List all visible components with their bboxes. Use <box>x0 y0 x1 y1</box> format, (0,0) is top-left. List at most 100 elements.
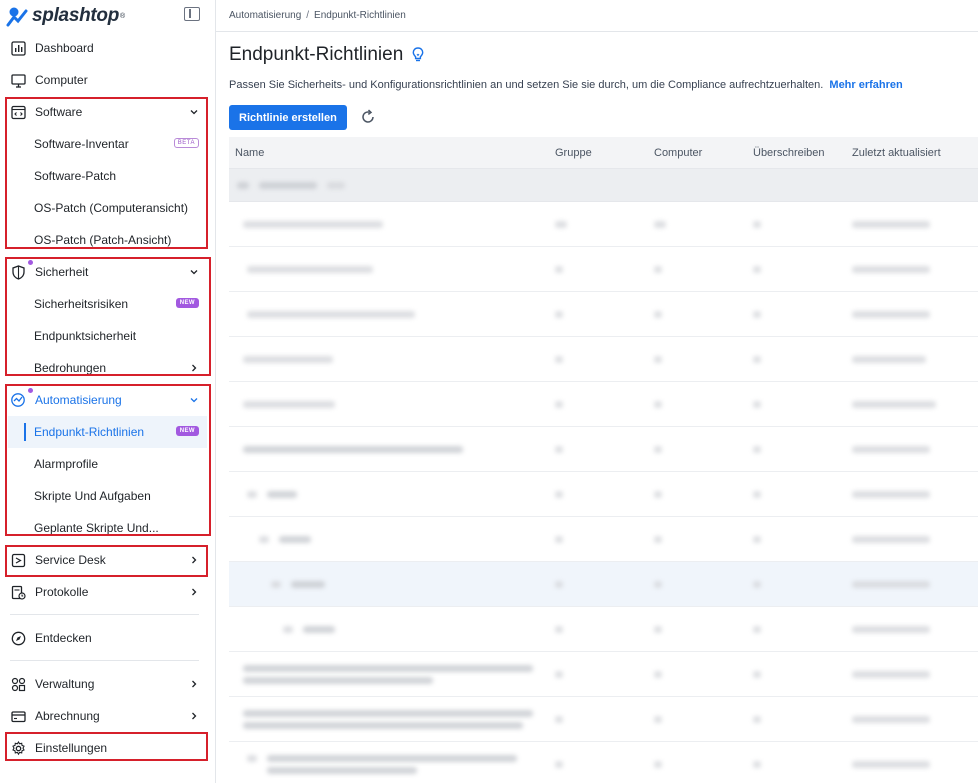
redacted-content <box>243 722 523 729</box>
sidebar-label: Computer <box>35 73 88 87</box>
redacted-content <box>852 446 930 453</box>
sidebar-label: Software-Patch <box>34 169 117 183</box>
table-row[interactable] <box>229 382 978 427</box>
sidebar-item-computer[interactable]: Computer <box>0 64 215 96</box>
monitor-icon <box>10 72 26 88</box>
breadcrumb-parent[interactable]: Automatisierung <box>229 10 301 21</box>
redacted-content <box>271 581 281 588</box>
redacted-content <box>555 401 563 408</box>
sidebar-divider <box>10 614 199 615</box>
redacted-content <box>243 665 533 672</box>
sidebar-item-scheduled-scripts[interactable]: Geplante Skripte Und... <box>0 512 215 544</box>
table-row[interactable] <box>229 292 978 337</box>
table-row[interactable] <box>229 472 978 517</box>
redacted-content <box>654 716 662 723</box>
notification-dot <box>28 388 33 393</box>
table-row[interactable] <box>229 562 978 607</box>
lightbulb-icon[interactable] <box>412 47 424 63</box>
sidebar-item-software-inventory[interactable]: Software-Inventar BETA <box>0 128 215 160</box>
policies-table: Name Gruppe Computer Überschreiben Zulet… <box>229 137 978 783</box>
table-row[interactable] <box>229 427 978 472</box>
redacted-content <box>259 536 269 543</box>
column-header-override[interactable]: Überschreiben <box>753 147 825 159</box>
redacted-content <box>555 221 567 228</box>
table-row[interactable] <box>229 697 978 742</box>
redacted-content <box>753 356 761 363</box>
sidebar-label: OS-Patch (Patch-Ansicht) <box>34 233 172 247</box>
sidebar-item-software-patch[interactable]: Software-Patch <box>0 160 215 192</box>
notification-dot <box>28 260 33 265</box>
sidebar-item-service-desk[interactable]: Service Desk <box>0 544 215 576</box>
redacted-content <box>654 311 662 318</box>
sidebar-label: Endpunkt-Richtlinien <box>34 425 145 439</box>
table-header: Name Gruppe Computer Überschreiben Zulet… <box>229 137 978 169</box>
sidebar-item-os-patch-computer[interactable]: OS-Patch (Computeransicht) <box>0 192 215 224</box>
redacted-content <box>753 716 761 723</box>
redacted-content <box>291 581 325 588</box>
redacted-content <box>654 581 662 588</box>
sidebar-item-threats[interactable]: Bedrohungen <box>0 352 215 384</box>
redacted-content <box>753 266 761 273</box>
sidebar-label: Automatisierung <box>35 393 122 407</box>
table-row[interactable] <box>229 517 978 562</box>
table-row[interactable] <box>229 202 978 247</box>
credit-card-icon <box>10 708 26 724</box>
redacted-content <box>555 581 563 588</box>
redacted-content <box>753 446 761 453</box>
table-row[interactable] <box>229 247 978 292</box>
redacted-content <box>237 182 249 189</box>
column-header-name[interactable]: Name <box>235 147 264 159</box>
table-row[interactable] <box>229 607 978 652</box>
sidebar-label: Sicherheit <box>35 265 89 279</box>
sidebar-label: Entdecken <box>35 631 92 645</box>
sidebar-item-endpoint-policies[interactable]: Endpunkt-Richtlinien NEW <box>8 416 207 448</box>
sidebar-collapse-icon[interactable] <box>184 7 200 21</box>
sidebar-item-endpoint-security[interactable]: Endpunktsicherheit <box>0 320 215 352</box>
breadcrumb-separator: / <box>306 10 310 21</box>
sidebar-item-os-patch-patch[interactable]: OS-Patch (Patch-Ansicht) <box>0 224 215 256</box>
sidebar-item-admin[interactable]: Verwaltung <box>0 668 215 700</box>
sidebar-item-automation[interactable]: Automatisierung <box>0 384 215 416</box>
table-row[interactable] <box>229 652 978 697</box>
redacted-content <box>555 536 563 543</box>
sidebar-item-settings[interactable]: Einstellungen <box>0 732 215 764</box>
sidebar-item-dashboard[interactable]: Dashboard <box>0 32 215 64</box>
redacted-content <box>267 491 297 498</box>
redacted-content <box>654 221 666 228</box>
column-header-computer[interactable]: Computer <box>654 147 702 159</box>
brand-name: splashtop <box>32 5 120 26</box>
create-policy-button[interactable]: Richtlinie erstellen <box>229 105 347 130</box>
sidebar-item-alarm-profiles[interactable]: Alarmprofile <box>0 448 215 480</box>
redacted-content <box>243 710 533 717</box>
redacted-content <box>654 356 662 363</box>
sidebar-item-software[interactable]: Software <box>0 96 215 128</box>
redacted-content <box>555 356 563 363</box>
sidebar-item-scripts-tasks[interactable]: Skripte Und Aufgaben <box>0 480 215 512</box>
learn-more-link[interactable]: Mehr erfahren <box>829 79 902 91</box>
redacted-content <box>852 266 930 273</box>
redacted-content <box>654 401 662 408</box>
column-header-updated[interactable]: Zuletzt aktualisiert <box>852 147 941 159</box>
sidebar-item-discover[interactable]: Entdecken <box>0 622 215 654</box>
redacted-content <box>243 446 463 453</box>
sidebar-label: Bedrohungen <box>34 361 107 375</box>
redacted-content <box>852 716 930 723</box>
redacted-content <box>852 671 930 678</box>
redacted-content <box>852 536 930 543</box>
redacted-content <box>753 536 761 543</box>
sidebar-label: Einstellungen <box>35 741 108 755</box>
beta-badge: BETA <box>173 138 199 148</box>
group-row-redacted[interactable] <box>229 169 978 202</box>
sidebar-item-logs[interactable]: Protokolle <box>0 576 215 608</box>
redacted-content <box>654 536 662 543</box>
chevron-right-icon <box>192 364 197 372</box>
sidebar-item-billing[interactable]: Abrechnung <box>0 700 215 732</box>
sidebar-item-security-risks[interactable]: Sicherheitsrisiken NEW <box>0 288 215 320</box>
refresh-icon[interactable] <box>360 109 376 125</box>
table-row[interactable] <box>229 337 978 382</box>
column-header-group[interactable]: Gruppe <box>555 147 592 159</box>
automation-icon <box>10 388 33 408</box>
sidebar-item-security[interactable]: Sicherheit <box>0 256 215 288</box>
table-row[interactable] <box>229 742 978 783</box>
splashtop-logo-icon <box>6 5 28 27</box>
